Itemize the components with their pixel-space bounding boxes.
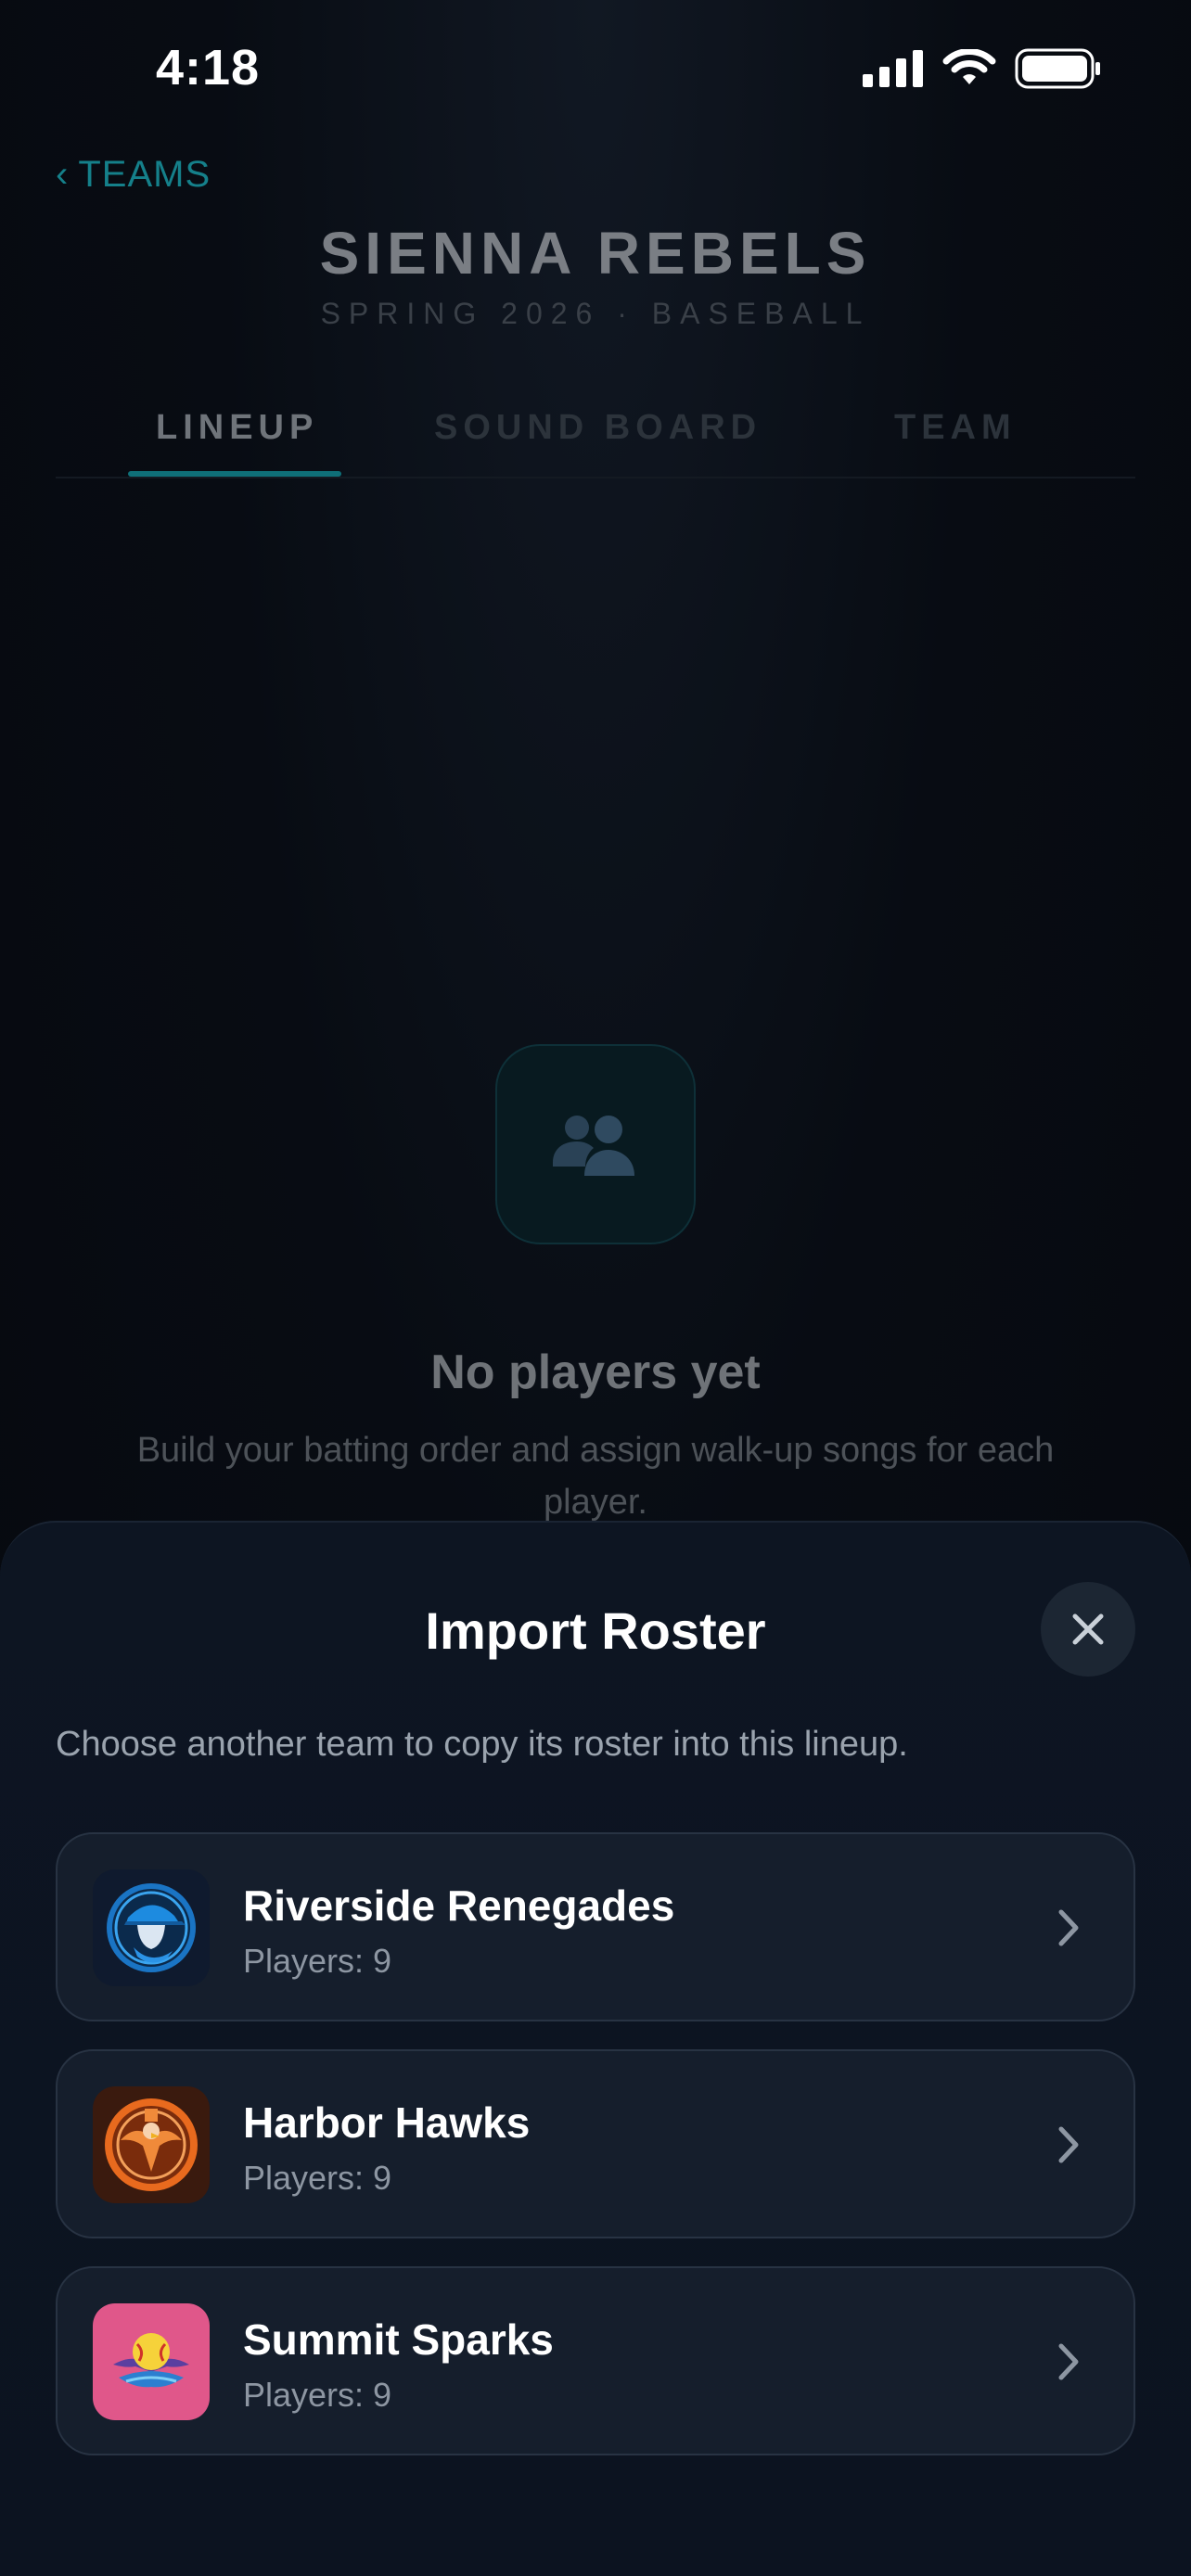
battery-icon bbox=[1015, 48, 1100, 89]
empty-state-title: No players yet bbox=[430, 1345, 761, 1399]
back-label: TEAMS bbox=[78, 154, 211, 195]
chevron-right-icon bbox=[1058, 1909, 1079, 1946]
tab-lineup[interactable]: LINEUP bbox=[156, 408, 318, 448]
people-icon bbox=[553, 1116, 634, 1176]
team-title: SIENNA REBELS bbox=[319, 220, 872, 287]
status-bar: 4:18 bbox=[0, 0, 1191, 139]
hawks-logo bbox=[93, 2086, 210, 2203]
screen: 4:18 ‹ TEAMS SIENNA REBELS SPRING 2026 ·… bbox=[0, 0, 1191, 2576]
renegades-logo bbox=[93, 1869, 210, 1986]
chevron-right-icon bbox=[1058, 2343, 1079, 2380]
team-name: Harbor Hawks bbox=[243, 2098, 531, 2147]
chevron-right-icon bbox=[1058, 2126, 1079, 2163]
tab-team[interactable]: TEAM bbox=[894, 408, 1017, 448]
team-player-count: Players: 9 bbox=[243, 2159, 392, 2197]
team-card-harbor-hawks[interactable]: Harbor Hawks Players: 9 bbox=[56, 2049, 1135, 2238]
sparks-logo bbox=[93, 2303, 210, 2420]
import-roster-sheet: Import Roster Choose another team to cop… bbox=[0, 1521, 1191, 2576]
close-icon bbox=[1072, 1613, 1104, 1645]
tab-sound-board[interactable]: SOUND BOARD bbox=[434, 408, 762, 448]
team-subtitle: SPRING 2026 · BASEBALL bbox=[320, 297, 871, 330]
empty-state-description: Build your batting order and assign walk… bbox=[136, 1431, 1055, 1522]
sheet-title: Import Roster bbox=[425, 1601, 766, 1660]
empty-state-icon-box bbox=[495, 1044, 696, 1244]
active-tab-indicator bbox=[128, 471, 341, 477]
cellular-signal-icon bbox=[863, 50, 923, 87]
status-time: 4:18 bbox=[156, 40, 261, 96]
team-player-count: Players: 9 bbox=[243, 2376, 392, 2414]
team-card-summit-sparks[interactable]: Summit Sparks Players: 9 bbox=[56, 2266, 1135, 2455]
team-name: Riverside Renegades bbox=[243, 1881, 675, 1930]
team-player-count: Players: 9 bbox=[243, 1942, 392, 1980]
close-button[interactable] bbox=[1041, 1582, 1135, 1677]
tab-bar: LINEUP SOUND BOARD TEAM bbox=[56, 389, 1135, 478]
sheet-description: Choose another team to copy its roster i… bbox=[56, 1725, 908, 1764]
team-card-riverside-renegades[interactable]: Riverside Renegades Players: 9 bbox=[56, 1832, 1135, 2021]
back-to-teams-link[interactable]: ‹ TEAMS bbox=[56, 154, 211, 196]
wifi-icon bbox=[942, 49, 996, 84]
chevron-left-icon: ‹ bbox=[56, 154, 70, 195]
status-icons bbox=[863, 48, 1102, 89]
team-name: Summit Sparks bbox=[243, 2315, 554, 2364]
